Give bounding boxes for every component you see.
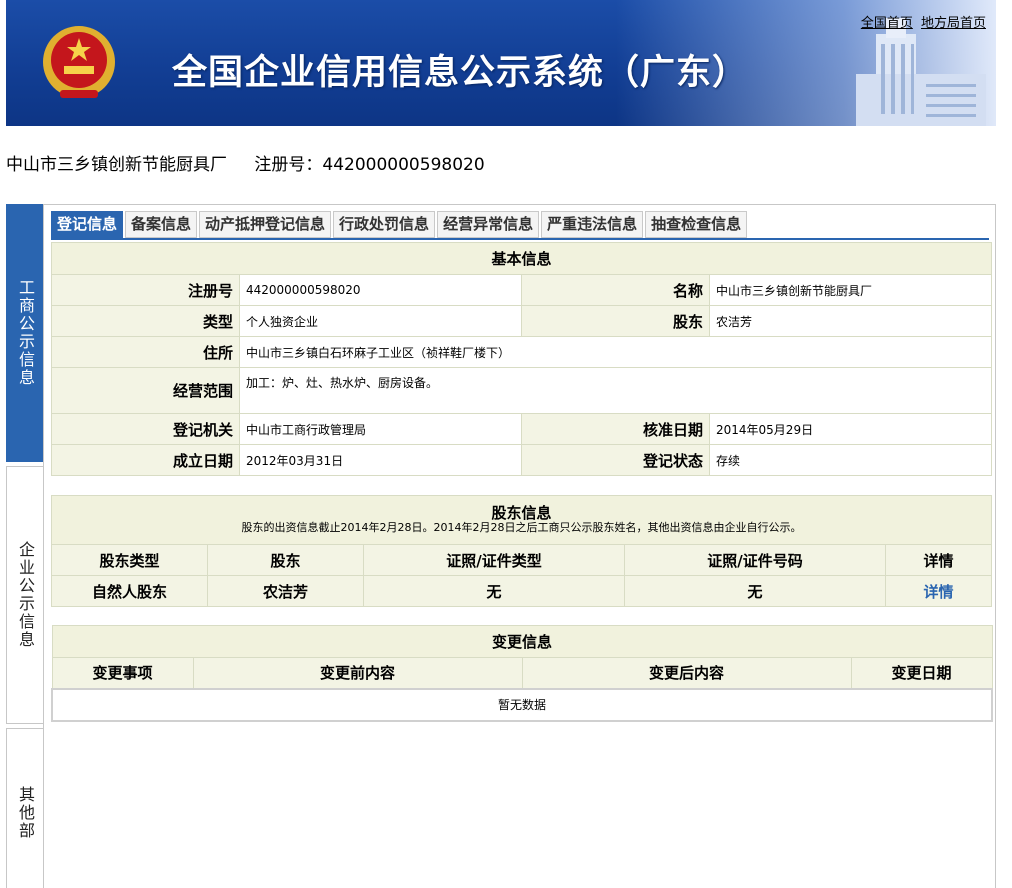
sidebar-item-label: 企业公示信息 [16,541,35,649]
national-home-link[interactable]: 全国首页 [861,16,913,31]
company-reg-no: 注册号：442000000598020 [254,155,485,175]
holder-name-cell: 农洁芳 [207,575,364,607]
name-value: 中山市三乡镇创新节能厨具厂 [708,274,993,306]
id-no-cell: 无 [624,575,886,607]
sidebar-item-qiye[interactable]: 企业公示信息 [6,466,43,724]
col-detail: 详情 [884,544,993,576]
col-after: 变更后内容 [521,657,852,689]
status-label: 登记状态 [521,444,710,476]
shareholder-table: 股东信息 股东的出资信息截止2014年2月28日。2014年2月28日之后工商只… [50,495,993,607]
tab-bar: 登记信息 备案信息 动产抵押登记信息 行政处罚信息 经营异常信息 严重违法信息 … [51,211,749,239]
shareholder-info-title: 股东信息 [491,504,552,522]
local-home-link[interactable]: 地方局首页 [921,16,986,31]
type-value: 个人独资企业 [239,305,522,337]
sidebar-item-other[interactable]: 其他部 [6,728,43,888]
tab-chattel-mortgage[interactable]: 动产抵押登记信息 [199,211,332,238]
reg-no-label: 注册号 [51,274,240,306]
col-holder-type: 股东类型 [51,544,208,576]
scope-label: 经营范围 [51,367,240,414]
id-type-cell: 无 [363,575,625,607]
company-heading: 中山市三乡镇创新节能厨具厂 注册号：442000000598020 [6,150,507,175]
shareholder-section-header: 股东信息 股东的出资信息截止2014年2月28日。2014年2月28日之后工商只… [50,495,993,545]
table-row: 自然人股东 农洁芳 无 无 详情 [51,575,993,607]
basic-info-title: 基本信息 [50,242,993,275]
found-date-value: 2012年03月31日 [239,444,522,476]
tab-inspection[interactable]: 抽查检查信息 [645,211,748,238]
scope-value: 加工：炉、灶、热水炉、厨房设备。 [238,367,993,414]
page-title: 全国企业信用信息公示系统（广东） [172,53,749,93]
approve-date-value: 2014年05月29日 [708,413,993,445]
col-id-type: 证照/证件类型 [363,544,625,576]
sidebar-item-label: 工商公示信息 [16,279,35,387]
col-before: 变更前内容 [192,657,523,689]
tab-underline [51,238,989,240]
tab-serious-violation[interactable]: 严重违法信息 [541,211,644,238]
found-date-label: 成立日期 [51,444,240,476]
main-panel: 登记信息 备案信息 动产抵押登记信息 行政处罚信息 经营异常信息 严重违法信息 … [43,204,996,888]
basic-info-table: 基本信息 注册号 442000000598020 名称 中山市三乡镇创新节能厨具… [50,242,993,476]
sidebar-item-label: 其他部 [16,786,35,840]
col-change-date: 变更日期 [850,657,993,689]
authority-label: 登记机关 [51,413,240,445]
sidebar-item-gongshang[interactable]: 工商公示信息 [6,204,43,462]
sidebar: 工商公示信息 企业公示信息 其他部 [6,204,43,888]
detail-link[interactable]: 详情 [884,575,993,607]
change-table: 变更信息 变更事项 变更前内容 变更后内容 变更日期 暂无数据 [50,625,994,722]
col-change-item: 变更事项 [51,657,194,689]
shareholder-note: 股东的出资信息截止2014年2月28日。2014年2月28日之后工商只公示股东姓… [241,521,802,534]
tab-registration[interactable]: 登记信息 [51,211,124,238]
reg-no-value: 442000000598020 [239,274,522,306]
address-value: 中山市三乡镇白石环麻子工业区（祯祥鞋厂楼下） [238,336,993,368]
tab-penalty[interactable]: 行政处罚信息 [333,211,436,238]
name-label: 名称 [521,274,710,306]
shareholder-label: 股东 [521,305,710,337]
header-banner: 全国企业信用信息公示系统（广东） 全国首页 地方局首页 [6,0,996,126]
authority-value: 中山市工商行政管理局 [239,413,522,445]
tab-abnormal[interactable]: 经营异常信息 [437,211,540,238]
col-holder: 股东 [207,544,364,576]
col-id-no: 证照/证件号码 [624,544,886,576]
company-name: 中山市三乡镇创新节能厨具厂 [6,155,227,175]
shareholder-value: 农洁芳 [708,305,993,337]
holder-type-cell: 自然人股东 [51,575,208,607]
type-label: 类型 [51,305,240,337]
change-info-title: 变更信息 [51,625,993,658]
tab-filing[interactable]: 备案信息 [125,211,198,238]
approve-date-label: 核准日期 [521,413,710,445]
no-data-message: 暂无数据 [50,687,994,722]
top-links: 全国首页 地方局首页 [857,12,986,31]
national-emblem-icon [43,26,115,98]
status-value: 存续 [708,444,993,476]
address-label: 住所 [51,336,240,368]
